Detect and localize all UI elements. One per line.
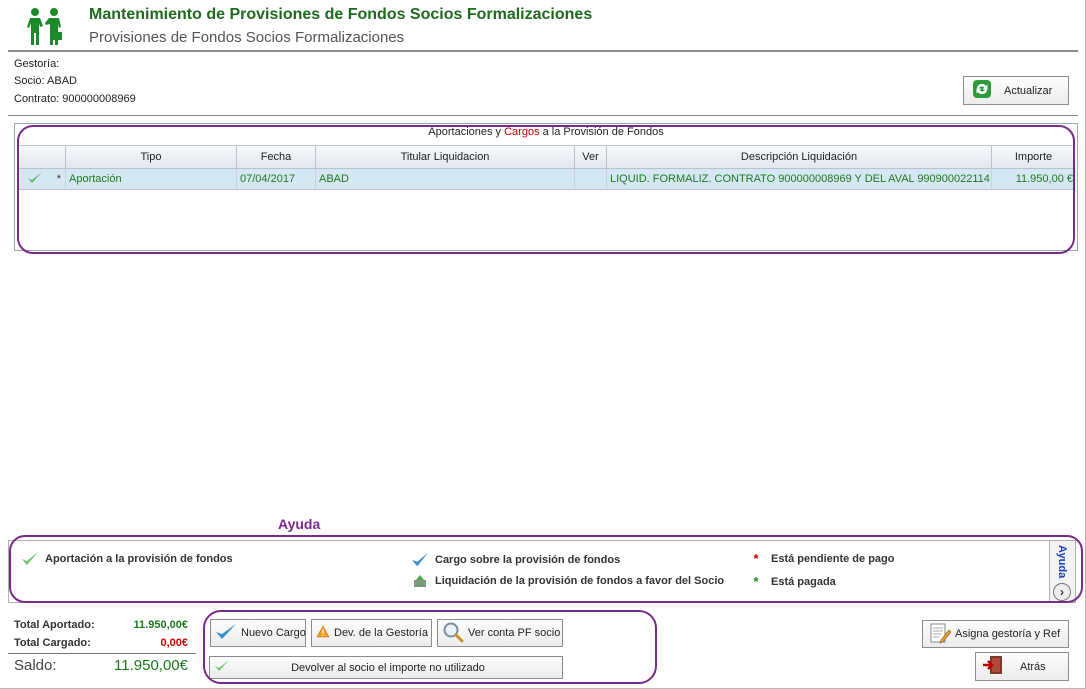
grid-caption: Aportaciones y Cargos a la Provisión de … xyxy=(15,126,1077,138)
help-panel: Aportación a la provisión de fondos Carg… xyxy=(8,540,1076,603)
help-side-tab[interactable]: Ayuda › xyxy=(1049,541,1075,602)
nuevo-cargo-button[interactable]: Nuevo Cargo xyxy=(210,619,306,647)
column-header-titular[interactable]: Titular Liquidacion xyxy=(316,146,575,168)
dev-gestoria-button[interactable]: Dev. de la Gestoría xyxy=(311,619,432,647)
help-title: Ayuda xyxy=(278,516,321,532)
help-item-label: Aportación a la provisión de fondos xyxy=(45,553,233,565)
socio-label: Socio: ABAD xyxy=(14,75,77,87)
section-divider xyxy=(8,115,1078,116)
ver-conta-label: Ver conta PF socio xyxy=(468,627,561,639)
saldo-label: Saldo: xyxy=(14,657,57,674)
cell-tipo: Aportación xyxy=(66,169,237,189)
help-item-liquidacion: Liquidación de la provisión de fondos a … xyxy=(411,574,724,588)
refresh-icon xyxy=(972,79,992,102)
warning-icon xyxy=(316,625,330,641)
cell-ver[interactable] xyxy=(575,169,607,189)
cell-titular: ABAD xyxy=(316,169,575,189)
contrato-label: Contrato: 900000008969 xyxy=(14,93,136,105)
total-cargado-label: Total Cargado: xyxy=(14,637,91,649)
aportacion-check-icon xyxy=(214,659,230,676)
cargo-check-icon xyxy=(411,551,429,569)
aportacion-check-icon xyxy=(21,551,39,567)
caption-text-3: a la Provisión de Fondos xyxy=(539,126,664,138)
edit-document-icon xyxy=(929,622,952,647)
business-handshake-icon xyxy=(26,7,64,47)
actualizar-label: Actualizar xyxy=(1004,84,1053,97)
gestoria-label: Gestoría: xyxy=(14,58,60,70)
cargo-check-icon xyxy=(215,623,237,644)
help-side-label: Ayuda xyxy=(1056,545,1068,579)
magnifier-icon xyxy=(442,621,464,646)
page-subtitle: Provisiones de Fondos Socios Formalizaci… xyxy=(89,29,405,46)
cell-fecha: 07/04/2017 xyxy=(237,169,316,189)
cell-descripcion: LIQUID. FORMALIZ. CONTRATO 900000008969 … xyxy=(607,169,992,189)
help-item-label: Está pagada xyxy=(771,575,836,588)
column-header-fecha[interactable]: Fecha xyxy=(237,146,316,168)
saldo-value: 11.950,00€ xyxy=(114,657,188,674)
cell-importe: 11.950,00 € xyxy=(1015,173,1073,185)
help-item-pagada: * Está pagada xyxy=(747,574,836,589)
column-header-tipo[interactable]: Tipo xyxy=(66,146,237,168)
nuevo-cargo-label: Nuevo Cargo xyxy=(241,627,306,639)
asigna-gestoria-button[interactable]: Asigna gestoría y Ref xyxy=(922,620,1069,648)
dev-gestoria-label: Dev. de la Gestoría xyxy=(334,627,428,639)
grid-header-row: Tipo Fecha Titular Liquidacion Ver Descr… xyxy=(17,145,1075,169)
provisiones-grid: Aportaciones y Cargos a la Provisión de … xyxy=(14,123,1078,251)
devolver-socio-label: Devolver al socio el importe no utilizad… xyxy=(291,661,485,674)
atras-label: Atrás xyxy=(1020,660,1046,673)
actualizar-button[interactable]: Actualizar xyxy=(963,76,1069,105)
help-item-label: Liquidación de la provisión de fondos a … xyxy=(435,575,725,587)
help-item-cargo: Cargo sobre la provisión de fondos xyxy=(411,551,620,569)
help-item-label: Cargo sobre la provisión de fondos xyxy=(435,554,621,566)
chevron-right-icon[interactable]: › xyxy=(1053,583,1071,601)
ver-conta-button[interactable]: Ver conta PF socio xyxy=(437,619,563,647)
liquidacion-icon xyxy=(411,574,429,588)
total-aportado-label: Total Aportado: xyxy=(14,619,95,631)
column-header-ver[interactable]: Ver xyxy=(575,146,607,168)
green-asterisk-icon: * xyxy=(753,574,759,589)
total-cargado-value: 0,00€ xyxy=(160,637,188,649)
column-header-descripcion[interactable]: Descripción Liquidación xyxy=(607,146,992,168)
exit-door-icon xyxy=(982,654,1004,679)
caption-text-cargos: Cargos xyxy=(504,126,540,138)
asigna-gestoria-label: Asigna gestoría y Ref xyxy=(955,628,1061,640)
help-item-pendiente: * Está pendiente de pago xyxy=(747,551,894,566)
table-row[interactable]: * Aportación 07/04/2017 ABAD LIQUID. FOR… xyxy=(17,169,1075,190)
page-title: Mantenimiento de Provisiones de Fondos S… xyxy=(89,6,593,23)
column-header-indicator[interactable] xyxy=(17,146,66,168)
totals-divider xyxy=(8,653,196,654)
devolver-socio-button[interactable]: Devolver al socio el importe no utilizad… xyxy=(209,656,563,679)
atras-button[interactable]: Atrás xyxy=(975,652,1069,681)
help-item-aportacion: Aportación a la provisión de fondos xyxy=(21,551,233,567)
red-asterisk-icon: * xyxy=(753,551,759,566)
row-indicator-cell: * xyxy=(17,169,66,189)
aportacion-check-icon xyxy=(27,171,43,188)
header-divider xyxy=(8,50,1078,52)
help-item-label: Está pendiente de pago xyxy=(771,552,895,565)
caption-text-1: Aportaciones y xyxy=(428,126,505,138)
column-header-importe[interactable]: Importe xyxy=(992,146,1075,168)
total-aportado-value: 11.950,00€ xyxy=(133,619,188,631)
row-marker: * xyxy=(56,173,61,185)
